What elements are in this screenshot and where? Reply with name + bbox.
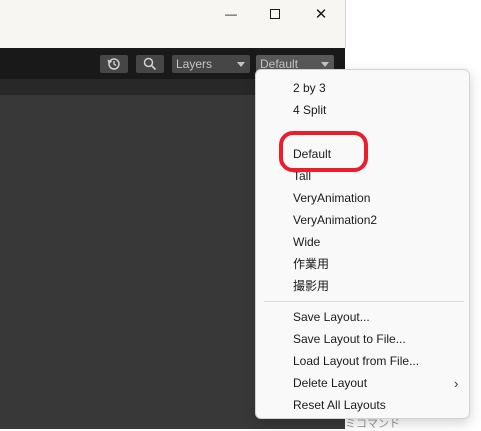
menu-item-sagyou[interactable]: 作業用: [293, 253, 329, 275]
close-icon: ✕: [314, 6, 328, 23]
history-icon: [107, 58, 120, 70]
menu-item-2-by-3[interactable]: 2 by 3: [293, 77, 326, 99]
minimize-button[interactable]: —: [208, 0, 254, 28]
maximize-button[interactable]: [252, 0, 298, 28]
menu-item-load-layout-from-file[interactable]: Load Layout from File...: [293, 350, 419, 372]
maximize-icon: [270, 9, 280, 19]
undo-history-button[interactable]: [100, 55, 128, 73]
layers-dropdown[interactable]: Layers: [172, 55, 250, 73]
search-icon: [143, 57, 157, 71]
menu-item-wide[interactable]: Wide: [293, 231, 320, 253]
chevron-down-icon: [321, 62, 329, 67]
window-titlebar: — ✕: [0, 0, 346, 48]
menu-item-satsuei[interactable]: 撮影用: [293, 275, 329, 297]
layout-menu: 2 by 3 4 Split Default Tall VeryAnimatio…: [255, 69, 470, 419]
highlight-annotation: [279, 131, 368, 172]
menu-item-reset-all-layouts[interactable]: Reset All Layouts: [293, 394, 386, 416]
menu-separator: [264, 301, 464, 302]
menu-item-save-layout-to-file[interactable]: Save Layout to File...: [293, 328, 406, 350]
menu-item-veryanimation2[interactable]: VeryAnimation2: [293, 209, 377, 231]
menu-item-4-split[interactable]: 4 Split: [293, 99, 326, 121]
minimize-icon: —: [225, 7, 237, 21]
menu-item-veryanimation[interactable]: VeryAnimation: [293, 187, 370, 209]
close-button[interactable]: ✕: [298, 0, 344, 28]
search-button[interactable]: [136, 55, 164, 73]
menu-item-save-layout[interactable]: Save Layout...: [293, 306, 370, 328]
menu-item-delete-layout[interactable]: Delete Layout: [293, 372, 367, 394]
chevron-down-icon: [237, 62, 245, 67]
chevron-right-icon: ›: [454, 376, 459, 391]
layers-dropdown-label: Layers: [176, 57, 213, 71]
